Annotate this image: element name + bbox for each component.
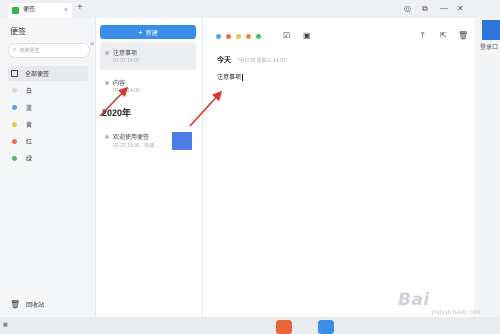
checklist-icon[interactable]: ☑ <box>283 31 290 40</box>
color-red-button[interactable] <box>226 34 231 39</box>
pin-icon[interactable]: ⤒ <box>421 31 425 41</box>
share-icon[interactable]: ⇱ <box>440 31 447 40</box>
tab-notes[interactable]: 便签 × <box>8 3 72 18</box>
new-note-label: 新建 <box>145 30 158 37</box>
tab-title: 便签 <box>23 7 36 13</box>
sidebar-item-white[interactable]: 白 <box>8 83 88 98</box>
note-dot-icon <box>105 135 109 139</box>
note-date-header: 今天 7月07日 星期三 14:07 <box>217 55 286 65</box>
note-date: 07-07 14:07 <box>113 58 140 64</box>
restore-icon[interactable]: ⧉ <box>422 4 428 14</box>
blue-dot-icon <box>12 105 17 110</box>
note-dot-icon <box>105 51 109 55</box>
sidebar-item-green[interactable]: 绿 <box>8 151 88 166</box>
watermark: Bai jingyan.baidu.com <box>398 290 498 318</box>
sidebar-item-label: 红 <box>26 140 33 146</box>
green-dot-icon <box>12 156 17 161</box>
browser-tab-bar: 便签 × + ◎ ⧉ — ✕ <box>0 0 500 19</box>
search-input[interactable]: ⌕ 搜索便签 <box>8 43 90 58</box>
sidebar-item-label: 绿 <box>26 157 33 163</box>
note-title: 欢迎使用便签 <box>113 135 150 141</box>
background-window-header <box>482 20 500 40</box>
date-meta: 7月07日 星期三 14:07 <box>237 58 286 64</box>
close-window-button[interactable]: ✕ <box>457 4 464 13</box>
color-picker <box>216 34 266 39</box>
delete-icon[interactable]: 🗑 <box>458 31 468 40</box>
note-thumbnail <box>172 132 192 150</box>
trash-icon: 🗑 <box>10 300 21 309</box>
sidebar-item-yellow[interactable]: 黄 <box>8 117 88 132</box>
trash-label: 回收站 <box>26 303 45 309</box>
note-dot-icon <box>105 81 109 85</box>
search-placeholder: 搜索便签 <box>19 48 40 54</box>
sidebar-title: 便签 <box>10 27 26 36</box>
watermark-logo: Bai <box>398 290 430 310</box>
note-date: 02-22 15:36 · 快速... <box>113 143 159 149</box>
keyboard-icon[interactable]: ▦ <box>3 322 8 328</box>
watermark-url: jingyan.baidu.com <box>432 310 481 316</box>
new-tab-button[interactable]: + <box>77 2 83 13</box>
search-icon: ⌕ <box>13 47 17 53</box>
taskbar-app-icon[interactable] <box>276 320 292 334</box>
note-item[interactable]: 注意事项 07-07 14:07 <box>100 42 196 70</box>
year-heading: 2020年 <box>102 108 132 118</box>
white-dot-icon <box>12 88 17 93</box>
note-editor: ☑ ▣ ⤒ ⇱ 🗑 今天 7月07日 星期三 14:07 注意事项 <box>203 18 474 317</box>
sidebar-item-label: 白 <box>26 89 33 95</box>
note-title: 内容 <box>113 81 126 87</box>
taskbar: ▦ <box>0 317 500 334</box>
note-title: 注意事项 <box>113 51 138 57</box>
date-label: 今天 <box>217 57 231 64</box>
sidebar: 便签 « ⌕ 搜索便签 全部便签 白 蓝 黄 红 绿 🗑 回收站 <box>0 18 96 317</box>
trash-button[interactable]: 🗑 回收站 <box>10 300 44 309</box>
note-list: + 新建 注意事项 07-07 14:07 内容 07-07 14:06 202… <box>96 18 203 317</box>
tab-close-icon[interactable]: × <box>64 3 68 18</box>
plus-icon: + <box>138 27 143 37</box>
text-cursor <box>242 73 244 81</box>
background-window: 登录口 <box>474 18 500 318</box>
collapse-sidebar-icon[interactable]: « <box>90 39 94 48</box>
new-note-button[interactable]: + 新建 <box>100 25 196 39</box>
background-window-text: 登录口 <box>480 45 499 51</box>
note-date: 07-07 14:06 <box>113 88 140 94</box>
image-icon[interactable]: ▣ <box>303 31 311 40</box>
minimize-button[interactable]: — <box>440 4 448 13</box>
yellow-dot-icon <box>12 122 17 127</box>
color-green-button[interactable] <box>256 34 261 39</box>
target-icon[interactable]: ◎ <box>404 4 411 13</box>
color-orange-button[interactable] <box>246 34 251 39</box>
color-blue-button[interactable] <box>216 34 221 39</box>
sidebar-item-all-notes[interactable]: 全部便签 <box>8 66 88 81</box>
sidebar-item-blue[interactable]: 蓝 <box>8 100 88 115</box>
notes-icon <box>11 70 18 77</box>
taskbar-app-icon[interactable] <box>318 320 334 334</box>
sidebar-item-label: 蓝 <box>26 106 33 112</box>
note-item[interactable]: 内容 07-07 14:06 <box>100 72 196 100</box>
note-content-field[interactable]: 注意事项 <box>217 72 244 81</box>
red-dot-icon <box>12 139 17 144</box>
notes-app-icon <box>12 7 19 14</box>
sidebar-item-label: 全部便签 <box>25 72 50 78</box>
color-yellow-button[interactable] <box>236 34 241 39</box>
sidebar-item-red[interactable]: 红 <box>8 134 88 149</box>
note-content-text: 注意事项 <box>217 75 242 81</box>
notes-app: 便签 « ⌕ 搜索便签 全部便签 白 蓝 黄 红 绿 🗑 回收站 + 新建 注意… <box>0 18 474 317</box>
sidebar-item-label: 黄 <box>26 123 33 129</box>
